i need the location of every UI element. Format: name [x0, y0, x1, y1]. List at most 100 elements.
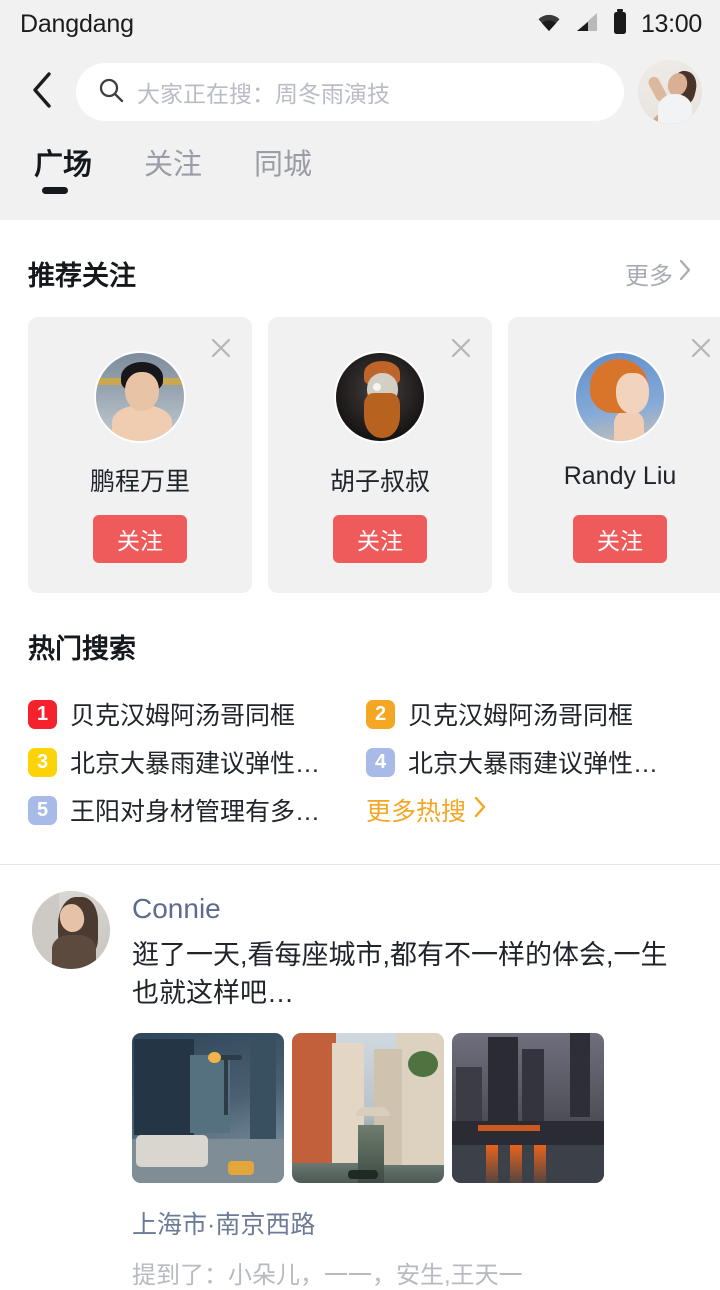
image-detail [228, 1160, 254, 1175]
post-location[interactable]: 上海市·南京西路 [132, 1205, 692, 1241]
image-detail [486, 1144, 498, 1183]
close-icon[interactable] [688, 335, 714, 361]
hot-search-title: 热门搜索 [28, 634, 136, 664]
hot-search-text: 贝克汉姆阿汤哥同框 [70, 702, 296, 730]
rank-badge: 1 [28, 699, 57, 729]
hot-search-text: 北京大暴雨建议弹性… [408, 750, 659, 778]
tab-active-indicator [42, 187, 68, 195]
image-detail [570, 1032, 590, 1117]
post-image-grid [132, 1032, 692, 1183]
recommend-card[interactable]: Randy Liu 关注 [508, 317, 720, 593]
rank-badge: 5 [28, 795, 57, 825]
recommend-more-label: 更多 [625, 263, 673, 290]
hot-search-item[interactable]: 2 贝克汉姆阿汤哥同框 [366, 690, 692, 738]
hot-search-text: 王阳对身材管理有多… [70, 798, 321, 826]
back-button[interactable] [22, 68, 62, 116]
signal-icon [575, 12, 599, 37]
tab-plaza-label: 广场 [34, 149, 93, 181]
image-detail [488, 1036, 518, 1125]
avatar-beard [364, 393, 400, 438]
image-detail [456, 1066, 482, 1125]
image-detail [134, 1038, 194, 1135]
image-detail [452, 1144, 604, 1183]
recommend-carousel[interactable]: 鹏程万里 关注 胡子叔叔 关注 Randy Liu 关注 [0, 317, 720, 593]
hot-search-item[interactable]: 3 北京大暴雨建议弹性… [28, 738, 354, 786]
search-input[interactable]: 大家正在搜：周冬雨演技 [76, 63, 624, 121]
hot-search-more-label: 更多热搜 [366, 798, 467, 826]
tab-plaza[interactable]: 广场 [30, 148, 96, 196]
recommend-card-name: Randy Liu [563, 462, 677, 490]
post-image[interactable] [452, 1032, 604, 1183]
tab-nearby-label: 同城 [254, 149, 313, 181]
follow-button[interactable]: 关注 [93, 515, 187, 563]
image-detail [348, 1169, 378, 1179]
image-detail [250, 1034, 276, 1145]
profile-avatar[interactable] [638, 60, 702, 124]
avatar-face [616, 373, 649, 414]
image-detail [356, 1106, 390, 1116]
hot-search-header: 热门搜索 [0, 627, 720, 666]
image-detail [522, 1048, 544, 1125]
post-content: Connie 逛了一天,看每座城市,都有不一样的体会,一生也就这样吧… 上海市·… [132, 891, 692, 1290]
close-icon[interactable] [208, 335, 234, 361]
recommend-card[interactable]: 胡子叔叔 关注 [268, 317, 492, 593]
image-detail [208, 1051, 221, 1063]
post-mentions: 提到了：小朵儿，一一，安生,王天一 [132, 1261, 523, 1289]
wifi-icon [536, 12, 562, 37]
image-detail [136, 1134, 208, 1167]
follow-button[interactable]: 关注 [333, 515, 427, 563]
rank-badge: 4 [366, 747, 395, 777]
tab-nearby[interactable]: 同城 [250, 148, 316, 196]
avatar[interactable] [574, 351, 666, 443]
recommend-card[interactable]: 鹏程万里 关注 [28, 317, 252, 593]
hot-search-item[interactable]: 5 王阳对身材管理有多… [28, 786, 354, 834]
image-detail [510, 1144, 522, 1183]
chevron-right-icon [678, 258, 692, 289]
search-icon [98, 77, 124, 108]
image-detail [224, 1056, 228, 1115]
post-author-avatar[interactable] [32, 891, 110, 969]
post-username[interactable]: Connie [132, 891, 692, 926]
hot-search-text: 北京大暴雨建议弹性… [70, 750, 321, 778]
image-detail [478, 1124, 540, 1131]
hot-search-list: 1 贝克汉姆阿汤哥同框 2 贝克汉姆阿汤哥同框 3 北京大暴雨建议弹性… 4 北… [0, 690, 720, 834]
rank-badge: 3 [28, 747, 57, 777]
avatar-face [125, 372, 159, 411]
chevron-right-icon [473, 795, 487, 826]
close-icon[interactable] [448, 335, 474, 361]
status-bar: Dangdang 13:00 [0, 0, 720, 48]
image-detail [292, 1032, 336, 1163]
back-chevron-icon [31, 71, 53, 114]
tab-bar: 广场 关注 同城 [0, 136, 720, 220]
avatar-body [658, 94, 692, 124]
hot-search-more-button[interactable]: 更多热搜 [366, 786, 692, 834]
avatar[interactable] [94, 351, 186, 443]
search-header: 大家正在搜：周冬雨演技 [0, 48, 720, 136]
feed-post[interactable]: Connie 逛了一天,看每座城市,都有不一样的体会,一生也就这样吧… 上海市·… [0, 865, 720, 1290]
app-title: Dangdang [20, 9, 134, 38]
avatar-eye [373, 383, 381, 391]
post-image[interactable] [132, 1032, 284, 1183]
rank-badge: 2 [366, 699, 395, 729]
avatar-body [52, 935, 96, 969]
post-text: 逛了一天,看每座城市,都有不一样的体会,一生也就这样吧… [132, 940, 668, 1009]
recommend-more-button[interactable]: 更多 [625, 256, 692, 291]
hot-search-item[interactable]: 1 贝克汉姆阿汤哥同框 [28, 690, 354, 738]
image-detail [408, 1050, 438, 1077]
post-image[interactable] [292, 1032, 444, 1183]
avatar[interactable] [334, 351, 426, 443]
tab-following[interactable]: 关注 [140, 148, 206, 196]
follow-button[interactable]: 关注 [573, 515, 667, 563]
recommend-title: 推荐关注 [28, 261, 136, 291]
hot-search-item[interactable]: 4 北京大暴雨建议弹性… [366, 738, 692, 786]
image-detail [534, 1144, 546, 1183]
clock: 13:00 [640, 9, 702, 38]
hot-search-text: 贝克汉姆阿汤哥同框 [408, 702, 634, 730]
status-icons: 13:00 [536, 8, 702, 40]
battery-icon [612, 8, 628, 40]
tab-following-label: 关注 [144, 149, 203, 181]
avatar-body [614, 411, 644, 441]
recommend-card-name: 胡子叔叔 [329, 468, 430, 496]
recommend-header: 推荐关注 更多 [0, 254, 720, 293]
recommend-card-name: 鹏程万里 [89, 468, 190, 496]
